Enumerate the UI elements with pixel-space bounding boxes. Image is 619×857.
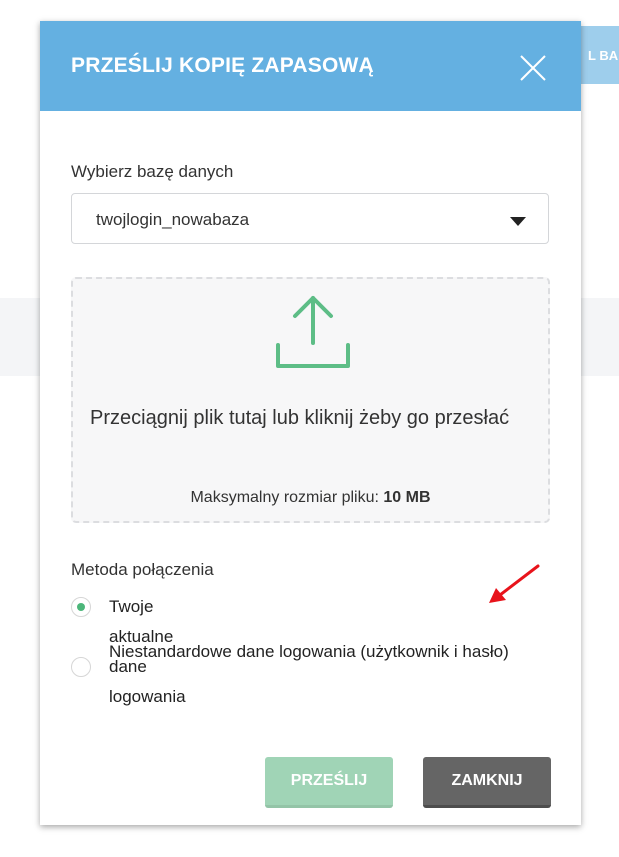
radio-button[interactable]	[71, 657, 91, 677]
max-file-size-value: 10 MB	[383, 489, 431, 506]
max-file-size: Maksymalny rozmiar pliku: 10 MB	[73, 489, 548, 507]
radio-button-checked[interactable]	[71, 597, 91, 617]
file-dropzone[interactable]: Przeciągnij plik tutaj lub kliknij żeby …	[71, 277, 550, 523]
background-button-label: L BA	[588, 47, 619, 63]
caret-down-icon	[510, 214, 526, 232]
annotation-arrow-icon	[486, 563, 542, 610]
dropzone-text: Przeciągnij plik tutaj lub kliknij żeby …	[90, 407, 510, 429]
database-label: Wybierz bazę danych	[71, 162, 234, 181]
modal-header: PRZEŚLIJ KOPIĘ ZAPASOWĄ	[40, 21, 581, 111]
upload-icon	[273, 293, 353, 378]
database-select[interactable]: twojlogin_nowabaza	[71, 193, 549, 244]
connection-method-label: Metoda połączenia	[71, 560, 214, 579]
send-button[interactable]: PRZEŚLIJ	[265, 757, 393, 808]
upload-backup-modal: PRZEŚLIJ KOPIĘ ZAPASOWĄ Wybierz bazę dan…	[40, 21, 581, 825]
database-select-value: twojlogin_nowabaza	[96, 210, 250, 229]
max-file-size-label: Maksymalny rozmiar pliku:	[190, 489, 379, 506]
modal-title: PRZEŚLIJ KOPIĘ ZAPASOWĄ	[71, 54, 374, 77]
radio-label: Niestandardowe dane logowania (użytkowni…	[109, 642, 509, 661]
close-button[interactable]: ZAMKNIJ	[423, 757, 551, 808]
close-icon[interactable]	[516, 51, 550, 85]
